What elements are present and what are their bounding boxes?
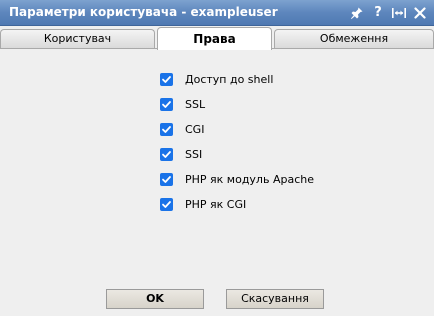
title-bar-tools: ? — [349, 3, 428, 23]
permission-php-cgi[interactable]: PHP як CGI — [160, 192, 314, 217]
cancel-button[interactable]: Скасування — [226, 289, 324, 309]
ssi-label: SSI — [185, 148, 203, 161]
ok-button[interactable]: OK — [106, 289, 204, 309]
cgi-checkbox[interactable] — [160, 123, 173, 136]
tab-user[interactable]: Користувач — [0, 29, 155, 48]
tab-strip: Користувач Права Обмеження — [0, 26, 434, 50]
cgi-label: CGI — [185, 123, 205, 136]
close-icon[interactable] — [412, 5, 428, 21]
maximize-icon[interactable] — [391, 5, 407, 21]
help-icon-glyph: ? — [374, 5, 382, 20]
permission-ssl[interactable]: SSL — [160, 92, 314, 117]
checkmark-icon — [162, 176, 171, 183]
checkmark-icon — [162, 201, 171, 208]
checkmark-icon — [162, 76, 171, 83]
permission-php-apache-module[interactable]: PHP як модуль Apache — [160, 167, 314, 192]
user-settings-dialog: Параметри користувача - exampleuser ? Ко… — [0, 0, 434, 316]
rights-panel: Доступ до shell SSL CGI SSI PHP як модул… — [0, 49, 434, 316]
permission-cgi[interactable]: CGI — [160, 117, 314, 142]
window-title: Параметри користувача - exampleuser — [9, 5, 278, 19]
permission-ssi[interactable]: SSI — [160, 142, 314, 167]
php-apache-module-label: PHP як модуль Apache — [185, 173, 314, 186]
ssi-checkbox[interactable] — [160, 148, 173, 161]
title-bar[interactable]: Параметри користувача - exampleuser ? — [0, 0, 434, 26]
shell-access-checkbox[interactable] — [160, 73, 173, 86]
help-icon[interactable]: ? — [370, 5, 386, 21]
checkmark-icon — [162, 101, 171, 108]
checkmark-icon — [162, 151, 171, 158]
pin-icon[interactable] — [349, 5, 365, 21]
tab-rights[interactable]: Права — [157, 27, 272, 50]
php-cgi-label: PHP як CGI — [185, 198, 247, 211]
permissions-list: Доступ до shell SSL CGI SSI PHP як модул… — [160, 67, 314, 217]
permission-shell-access[interactable]: Доступ до shell — [160, 67, 314, 92]
php-cgi-checkbox[interactable] — [160, 198, 173, 211]
ssl-label: SSL — [185, 98, 206, 111]
shell-access-label: Доступ до shell — [185, 73, 274, 86]
checkmark-icon — [162, 126, 171, 133]
ssl-checkbox[interactable] — [160, 98, 173, 111]
php-apache-module-checkbox[interactable] — [160, 173, 173, 186]
tab-limits[interactable]: Обмеження — [274, 29, 434, 48]
